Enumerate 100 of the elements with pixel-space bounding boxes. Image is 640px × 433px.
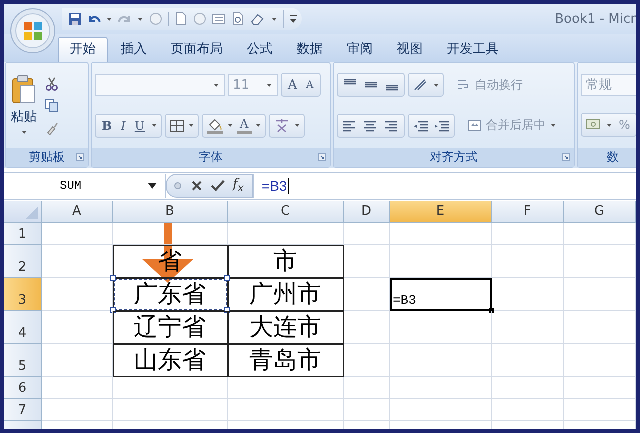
table-cell[interactable] — [42, 377, 113, 399]
column-header[interactable]: D — [344, 201, 390, 223]
table-cell[interactable] — [564, 278, 636, 311]
eraser-icon[interactable] — [250, 12, 266, 26]
ribbon-tab[interactable]: 开发工具 — [436, 38, 510, 62]
column-header[interactable]: G — [564, 201, 636, 223]
table-cell[interactable] — [564, 344, 636, 377]
fill-bucket-icon[interactable] — [206, 118, 224, 134]
table-cell[interactable] — [113, 377, 228, 399]
table-cell[interactable] — [492, 278, 564, 311]
underline-button[interactable]: U — [132, 118, 148, 133]
select-all-button[interactable] — [4, 201, 42, 223]
row-header[interactable]: 2 — [4, 245, 42, 278]
circle-icon[interactable] — [193, 12, 207, 26]
table-cell[interactable] — [492, 223, 564, 245]
dialog-launcher-icon[interactable] — [562, 153, 570, 161]
caret-icon[interactable] — [271, 16, 278, 22]
table-cell[interactable] — [228, 399, 344, 421]
ribbon-tab[interactable]: 数据 — [286, 38, 334, 62]
check-icon[interactable] — [211, 180, 225, 192]
table-cell[interactable]: 广东省 — [113, 278, 228, 311]
decrease-indent-icon[interactable] — [412, 118, 430, 133]
column-header[interactable]: E — [390, 201, 492, 223]
table-cell[interactable] — [390, 344, 492, 377]
fill-handle[interactable] — [489, 308, 494, 313]
ribbon-tab[interactable]: 开始 — [58, 37, 108, 62]
table-cell[interactable]: 广州市 — [228, 278, 344, 311]
row-header[interactable]: 1 — [4, 223, 42, 245]
dialog-launcher-icon[interactable] — [318, 153, 326, 161]
caret-icon[interactable] — [137, 16, 144, 22]
customize-icon[interactable] — [289, 14, 298, 24]
table-cell[interactable] — [228, 377, 344, 399]
table-cell[interactable] — [492, 344, 564, 377]
table-cell[interactable] — [564, 245, 636, 278]
caret-icon[interactable] — [294, 122, 301, 130]
table-cell[interactable] — [492, 399, 564, 421]
copy-icon[interactable] — [45, 98, 59, 112]
column-header[interactable]: C — [228, 201, 344, 223]
table-cell[interactable] — [492, 245, 564, 278]
print-preview-icon[interactable] — [231, 12, 245, 26]
shrink-font-button[interactable]: A — [303, 80, 317, 91]
brush-icon[interactable] — [45, 120, 59, 134]
borders-icon[interactable] — [169, 118, 186, 133]
table-cell[interactable]: 大连市 — [228, 311, 344, 344]
table-cell[interactable] — [113, 399, 228, 421]
row-header[interactable]: 5 — [4, 344, 42, 377]
table-cell[interactable] — [228, 223, 344, 245]
caret-icon[interactable] — [20, 129, 28, 136]
scissors-icon[interactable] — [45, 76, 59, 90]
dialog-launcher-icon[interactable] — [76, 153, 84, 161]
row-header[interactable]: 4 — [4, 311, 42, 344]
table-cell[interactable] — [390, 399, 492, 421]
table-cell[interactable] — [564, 399, 636, 421]
increase-indent-icon[interactable] — [433, 118, 451, 133]
ribbon-tab[interactable]: 公式 — [236, 38, 284, 62]
table-cell[interactable] — [564, 223, 636, 245]
table-cell[interactable] — [42, 223, 113, 245]
caret-icon[interactable] — [106, 16, 113, 22]
table-cell[interactable] — [564, 377, 636, 399]
insert-function-button[interactable]: f$_{x}$ — [233, 177, 244, 195]
caret-icon[interactable] — [550, 122, 557, 130]
table-cell[interactable] — [344, 245, 390, 278]
dropdown-icon[interactable] — [148, 183, 157, 189]
caret-icon[interactable] — [227, 122, 234, 130]
table-cell[interactable]: 山东省 — [113, 344, 228, 377]
table-cell[interactable] — [492, 311, 564, 344]
italic-button[interactable]: I — [118, 118, 129, 133]
caret-icon[interactable] — [188, 122, 196, 130]
table-cell[interactable] — [344, 278, 390, 311]
table-cell[interactable] — [344, 344, 390, 377]
ribbon-tab[interactable]: 审阅 — [336, 38, 384, 62]
caret-icon[interactable] — [606, 122, 613, 129]
grow-font-button[interactable]: A — [285, 78, 300, 93]
column-header[interactable]: F — [492, 201, 564, 223]
table-cell[interactable] — [344, 399, 390, 421]
row-header[interactable]: 6 — [4, 377, 42, 399]
table-cell[interactable] — [42, 344, 113, 377]
table-cell[interactable] — [42, 399, 113, 421]
bold-button[interactable]: B — [99, 118, 116, 133]
ribbon-tab[interactable]: 页面布局 — [160, 38, 234, 62]
table-cell[interactable] — [390, 223, 492, 245]
table-cell[interactable] — [492, 377, 564, 399]
font-color-button[interactable]: A — [237, 117, 252, 134]
table-cell[interactable] — [564, 311, 636, 344]
table-cell[interactable] — [390, 245, 492, 278]
table-cell[interactable]: 市 — [228, 245, 344, 278]
form-icon[interactable] — [212, 12, 226, 26]
table-cell[interactable]: 辽宁省 — [113, 311, 228, 344]
document-icon[interactable] — [174, 12, 188, 26]
font-name-field[interactable] — [95, 74, 225, 96]
circle-icon[interactable] — [149, 12, 163, 26]
column-header[interactable]: A — [42, 201, 113, 223]
table-cell[interactable] — [344, 311, 390, 344]
caret-icon[interactable] — [151, 122, 158, 130]
row-header[interactable]: 3 — [4, 278, 42, 311]
cancel-icon[interactable] — [191, 180, 203, 192]
table-cell[interactable] — [344, 223, 390, 245]
row-header[interactable]: 7 — [4, 399, 42, 421]
ribbon-tab[interactable]: 视图 — [386, 38, 434, 62]
table-cell[interactable] — [42, 311, 113, 344]
